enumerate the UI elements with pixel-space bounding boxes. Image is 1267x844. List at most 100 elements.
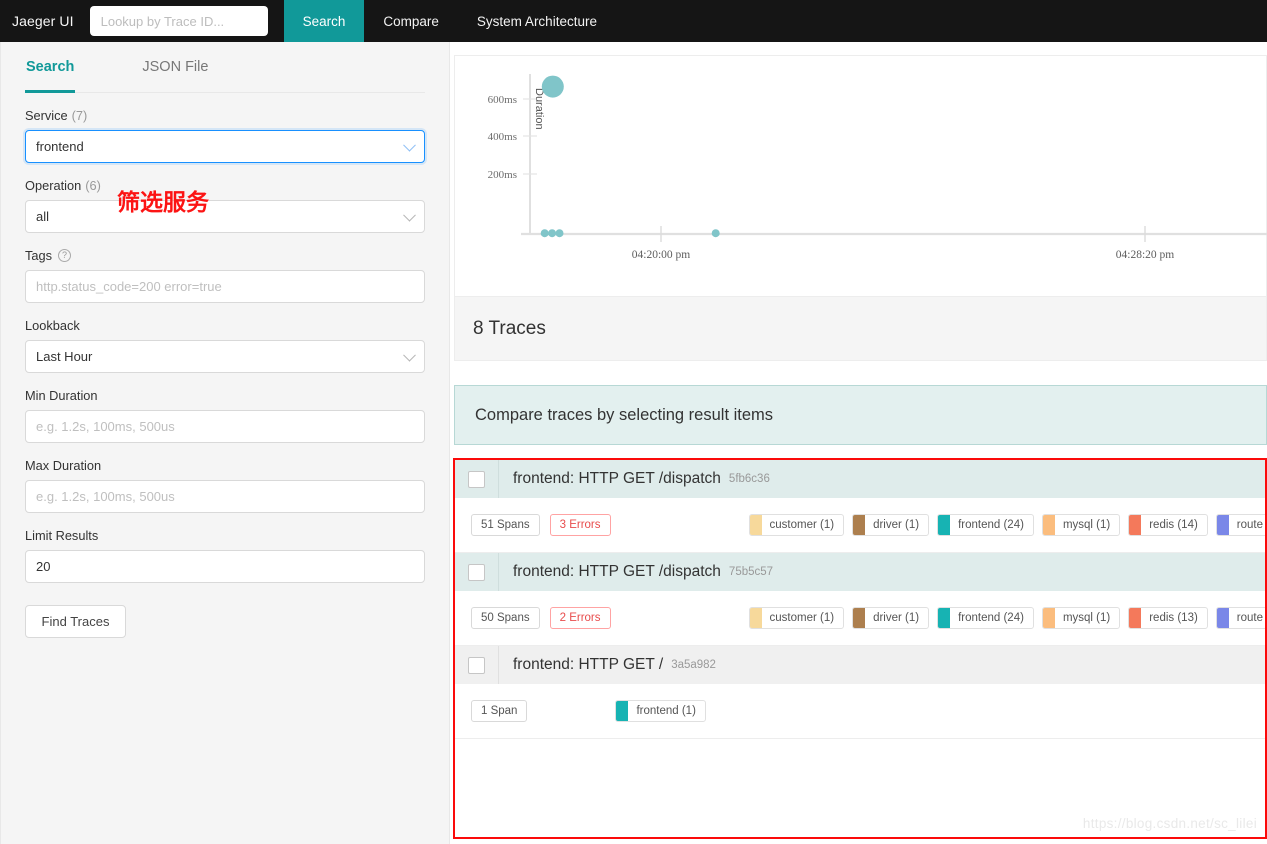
nav-item-search[interactable]: Search bbox=[283, 0, 365, 42]
trace-title: frontend: HTTP GET / bbox=[513, 656, 664, 673]
scatter-point[interactable] bbox=[548, 229, 557, 238]
max-duration-input-wrap[interactable]: e.g. 1.2s, 100ms, 500us bbox=[25, 480, 425, 513]
app-brand-title: Jaeger UI bbox=[12, 13, 74, 29]
span-count-badge: 50 Spans bbox=[471, 607, 540, 629]
question-circle-icon[interactable]: ? bbox=[58, 249, 72, 262]
span-count-badge: 51 Spans bbox=[471, 514, 540, 536]
service-select[interactable]: frontend bbox=[25, 130, 425, 163]
service-chip: frontend (24) bbox=[937, 514, 1034, 536]
lookback-select[interactable]: Last Hour bbox=[25, 340, 425, 373]
limit-results-value: 20 bbox=[36, 559, 51, 574]
service-color-swatch bbox=[1042, 515, 1055, 535]
field-limit-results: Limit Results 20 bbox=[25, 528, 425, 583]
service-color-swatch bbox=[749, 608, 762, 628]
service-name: route (10) bbox=[1236, 519, 1265, 531]
limit-results-input-wrap[interactable]: 20 bbox=[25, 550, 425, 583]
trace-title: frontend: HTTP GET /dispatch bbox=[513, 470, 721, 487]
service-chip: route (10) bbox=[1215, 514, 1265, 536]
y-axis-title: Duration bbox=[533, 88, 545, 130]
lookback-label-row: Lookback bbox=[25, 318, 425, 333]
min-duration-placeholder: e.g. 1.2s, 100ms, 500us bbox=[36, 419, 175, 434]
trace-id: 5fb6c36 bbox=[728, 473, 770, 485]
service-name: customer (1) bbox=[769, 519, 835, 531]
min-duration-input-wrap[interactable]: e.g. 1.2s, 100ms, 500us bbox=[25, 410, 425, 443]
trace-result-row[interactable]: frontend: HTTP GET / 3a5a982 1 Span fron… bbox=[455, 646, 1265, 739]
tab-search[interactable]: Search bbox=[25, 42, 76, 93]
operation-select[interactable]: all bbox=[25, 200, 425, 233]
service-color-swatch bbox=[853, 515, 866, 535]
chevron-down-icon bbox=[403, 208, 416, 222]
nav-item-compare[interactable]: Compare bbox=[364, 0, 458, 42]
service-chip: driver (1) bbox=[852, 607, 930, 629]
trace-header[interactable]: frontend: HTTP GET / 3a5a982 bbox=[455, 646, 1265, 684]
nav-items: Search Compare System Architecture bbox=[283, 0, 616, 42]
service-name: frontend (24) bbox=[958, 519, 1024, 531]
find-traces-button[interactable]: Find Traces bbox=[25, 605, 126, 638]
service-name: mysql (1) bbox=[1062, 519, 1111, 531]
nav-item-system-architecture[interactable]: System Architecture bbox=[458, 0, 616, 42]
tab-json-file[interactable]: JSON File bbox=[141, 42, 209, 93]
error-count-badge: 3 Errors bbox=[549, 514, 611, 536]
watermark-text: https://blog.csdn.net/sc_lilei bbox=[1082, 816, 1257, 831]
operation-label-row: Operation (6) bbox=[25, 178, 425, 193]
service-chip-list: customer (1) driver (1) frontend (24) my… bbox=[748, 514, 1265, 536]
trace-duration-scatter-chart[interactable]: 200ms 400ms 600ms 04:20:00 pm 04:28:20 p… bbox=[454, 55, 1267, 297]
max-duration-label: Max Duration bbox=[25, 458, 102, 473]
service-color-swatch bbox=[1216, 515, 1229, 535]
tags-input-wrap[interactable]: http.status_code=200 error=true bbox=[25, 270, 425, 303]
trace-select-cell[interactable] bbox=[455, 646, 499, 684]
svg-text:200ms: 200ms bbox=[488, 169, 517, 181]
trace-id: 3a5a982 bbox=[671, 659, 716, 671]
trace-title: frontend: HTTP GET /dispatch bbox=[513, 563, 721, 580]
trace-select-cell[interactable] bbox=[455, 460, 499, 498]
service-name: frontend (1) bbox=[636, 705, 696, 717]
field-tags: Tags ? http.status_code=200 error=true bbox=[25, 248, 425, 303]
service-name: driver (1) bbox=[873, 612, 920, 624]
service-chip-list: frontend (1) bbox=[615, 700, 706, 722]
min-duration-label: Min Duration bbox=[25, 388, 98, 403]
service-chip: redis (14) bbox=[1128, 514, 1208, 536]
trace-result-row[interactable]: frontend: HTTP GET /dispatch 75b5c57 50 … bbox=[455, 553, 1265, 646]
scatter-point[interactable] bbox=[540, 229, 549, 238]
service-chip: redis (13) bbox=[1128, 607, 1208, 629]
trace-checkbox[interactable] bbox=[468, 656, 485, 674]
service-count: (7) bbox=[71, 108, 88, 123]
scatter-point[interactable] bbox=[541, 75, 564, 98]
field-max-duration: Max Duration e.g. 1.2s, 100ms, 500us bbox=[25, 458, 425, 513]
trace-result-row[interactable]: frontend: HTTP GET /dispatch 5fb6c36 51 … bbox=[455, 460, 1265, 553]
service-label: Service bbox=[25, 108, 68, 123]
trace-select-cell[interactable] bbox=[455, 553, 499, 591]
jaeger-ui-page: Jaeger UI Search Compare System Architec… bbox=[0, 0, 1267, 844]
trace-checkbox[interactable] bbox=[468, 470, 485, 488]
service-chip-list: customer (1) driver (1) frontend (24) my… bbox=[748, 607, 1265, 629]
scatter-point[interactable] bbox=[711, 229, 720, 238]
field-operation: Operation (6) all bbox=[25, 178, 425, 233]
service-color-swatch bbox=[1216, 608, 1229, 628]
service-color-swatch bbox=[853, 608, 866, 628]
service-chip: driver (1) bbox=[852, 514, 930, 536]
trace-id-lookup-input[interactable] bbox=[89, 6, 268, 36]
trace-title-cell: frontend: HTTP GET /dispatch 75b5c57 bbox=[499, 553, 773, 591]
limit-results-label-row: Limit Results bbox=[25, 528, 425, 543]
tags-label-row: Tags ? bbox=[25, 248, 425, 263]
service-color-swatch bbox=[749, 515, 762, 535]
trace-body: 50 Spans 2 Errors customer (1) driver (1… bbox=[455, 591, 1265, 645]
service-name: customer (1) bbox=[769, 612, 835, 624]
service-value: frontend bbox=[36, 139, 84, 154]
trace-body: 51 Spans 3 Errors customer (1) driver (1… bbox=[455, 498, 1265, 552]
main-body: Search JSON File Service (7) frontend Op… bbox=[0, 42, 1267, 844]
span-count-badge: 1 Span bbox=[471, 700, 528, 722]
scatter-point[interactable] bbox=[555, 229, 564, 238]
trace-checkbox[interactable] bbox=[468, 563, 485, 581]
trace-title-cell: frontend: HTTP GET /dispatch 5fb6c36 bbox=[499, 460, 770, 498]
compare-traces-banner: Compare traces by selecting result items bbox=[454, 385, 1267, 445]
trace-header[interactable]: frontend: HTTP GET /dispatch 75b5c57 bbox=[455, 553, 1265, 591]
trace-header[interactable]: frontend: HTTP GET /dispatch 5fb6c36 bbox=[455, 460, 1265, 498]
service-color-swatch bbox=[1042, 608, 1055, 628]
service-chip: mysql (1) bbox=[1041, 514, 1121, 536]
service-color-swatch bbox=[1129, 515, 1142, 535]
svg-text:600ms: 600ms bbox=[488, 94, 517, 106]
chevron-down-icon bbox=[403, 138, 416, 152]
tags-label: Tags bbox=[25, 248, 53, 263]
max-duration-placeholder: e.g. 1.2s, 100ms, 500us bbox=[36, 489, 175, 504]
